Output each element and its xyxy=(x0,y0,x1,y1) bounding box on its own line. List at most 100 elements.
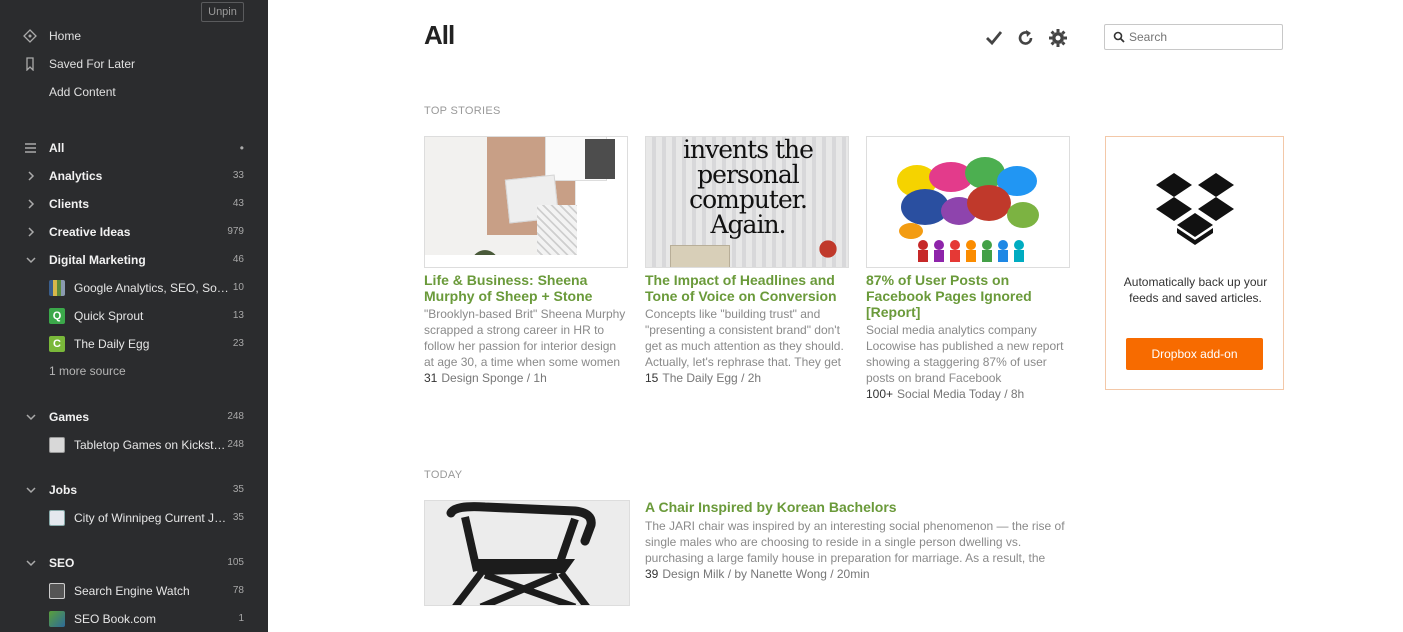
feed-item-google-analytics[interactable]: Google Analytics, SEO, Social Media, Dig… xyxy=(0,276,268,300)
chevron-down-icon[interactable] xyxy=(25,484,37,496)
feed-label: Quick Sprout xyxy=(74,309,144,323)
story-image[interactable] xyxy=(424,136,628,268)
feed-favicon xyxy=(49,583,65,599)
search-input[interactable] xyxy=(1129,29,1277,45)
chevron-down-icon[interactable] xyxy=(25,411,37,423)
story-engagement-count: 15 xyxy=(645,371,659,385)
category-label: Clients xyxy=(49,197,90,211)
story-card[interactable]: 87% of User Posts on Facebook Pages Igno… xyxy=(866,136,1070,402)
story-source[interactable]: Social Media Today / 8h xyxy=(897,387,1024,401)
story-source[interactable]: The Daily Egg / 2h xyxy=(662,371,761,385)
gear-icon[interactable] xyxy=(1048,28,1068,48)
feed-count: 13 xyxy=(232,310,244,321)
image-text-line: invents the xyxy=(683,136,814,164)
feed-item-daily-egg[interactable]: C The Daily Egg 23 xyxy=(0,332,268,356)
story-summary: "Brooklyn-based Brit" Sheena Murphy scra… xyxy=(424,307,626,369)
story-title[interactable]: The Impact of Headlines and Tone of Voic… xyxy=(645,272,849,304)
feed-label: Tabletop Games on Kickstarter xyxy=(74,438,229,452)
more-source-link[interactable]: 1 more source xyxy=(49,364,126,378)
story-source[interactable]: Design Milk / by Nanette Wong / 20min xyxy=(662,567,869,581)
quick-sprout-favicon: Q xyxy=(49,308,65,324)
feed-favicon xyxy=(49,510,65,526)
chevron-right-icon[interactable] xyxy=(25,170,37,182)
refresh-icon[interactable] xyxy=(1016,28,1036,48)
story-card[interactable]: invents the personal computer. Again. Th… xyxy=(645,136,849,386)
sidebar-item-seo[interactable]: SEO 105 xyxy=(0,551,268,575)
category-count: 979 xyxy=(227,226,244,237)
category-label: Jobs xyxy=(49,483,78,497)
home-icon xyxy=(23,29,37,43)
story-title[interactable]: Life & Business: Sheena Murphy of Sheep … xyxy=(424,272,628,304)
chevron-right-icon[interactable] xyxy=(25,198,37,210)
chevron-down-icon[interactable] xyxy=(25,254,37,266)
category-label: Games xyxy=(49,410,90,424)
feed-count: 10 xyxy=(232,282,244,293)
search-box[interactable] xyxy=(1104,24,1283,50)
nav-home-label: Home xyxy=(49,29,82,43)
sidebar-item-clients[interactable]: Clients 43 xyxy=(0,192,268,216)
nav-saved-for-later[interactable]: Saved For Later xyxy=(0,52,268,76)
daily-egg-favicon: C xyxy=(49,336,65,352)
unpin-button[interactable]: Unpin xyxy=(201,2,244,22)
story-engagement-count: 100+ xyxy=(866,387,894,401)
sidebar-item-all[interactable]: All • xyxy=(0,136,268,160)
story-source[interactable]: Design Sponge / 1h xyxy=(441,371,546,385)
nav-home[interactable]: Home xyxy=(0,24,268,48)
category-label: Analytics xyxy=(49,169,103,183)
feed-favicon xyxy=(49,611,65,627)
story-image[interactable]: invents the personal computer. Again. xyxy=(645,136,849,268)
feed-item-seo-book[interactable]: SEO Book.com 1 xyxy=(0,607,268,631)
story-card[interactable]: Life & Business: Sheena Murphy of Sheep … xyxy=(424,136,628,386)
today-story-image[interactable] xyxy=(424,500,630,606)
search-icon xyxy=(1113,31,1125,43)
feed-item-tabletop-games[interactable]: Tabletop Games on Kickstarter 248 xyxy=(0,433,268,457)
page-title: All xyxy=(424,20,455,50)
sidebar-item-games[interactable]: Games 248 xyxy=(0,405,268,429)
feed-item-quick-sprout[interactable]: Q Quick Sprout 13 xyxy=(0,304,268,328)
sidebar-item-creative-ideas[interactable]: Creative Ideas 979 xyxy=(0,220,268,244)
story-title[interactable]: 87% of User Posts on Facebook Pages Igno… xyxy=(866,272,1070,320)
section-top-stories: TOP STORIES xyxy=(424,105,501,117)
category-count: 43 xyxy=(232,198,244,209)
dropbox-logo-icon xyxy=(1156,173,1234,245)
feed-count: 23 xyxy=(232,338,244,349)
category-label: SEO xyxy=(49,556,75,570)
feed-count: 248 xyxy=(227,439,244,450)
story-meta: 31 Design Sponge / 1h xyxy=(424,370,628,386)
feed-label: Google Analytics, SEO, Social Media, Dig… xyxy=(74,281,229,295)
chevron-down-icon[interactable] xyxy=(25,557,37,569)
category-count: 46 xyxy=(232,254,244,265)
main-content: All TOP STORIES Life & Business: Sheena … xyxy=(268,0,1403,632)
nav-add-content[interactable]: Add Content xyxy=(0,80,268,104)
category-count: 33 xyxy=(232,170,244,181)
feed-item-search-engine-watch[interactable]: Search Engine Watch 78 xyxy=(0,579,268,603)
category-label: Creative Ideas xyxy=(49,225,131,239)
story-engagement-count: 31 xyxy=(424,371,438,385)
sidebar-item-digital-marketing[interactable]: Digital Marketing 46 xyxy=(0,248,268,272)
feed-count: 35 xyxy=(232,512,244,523)
feed-favicon xyxy=(49,437,65,453)
dropbox-addon-button[interactable]: Dropbox add-on xyxy=(1126,338,1263,370)
feed-count: 78 xyxy=(232,585,244,596)
category-label: Digital Marketing xyxy=(49,253,146,267)
mark-as-read-icon[interactable] xyxy=(984,28,1004,48)
nav-saved-label: Saved For Later xyxy=(49,57,136,71)
chair-illustration xyxy=(446,502,596,605)
feed-label: SEO Book.com xyxy=(74,612,157,626)
section-today: TODAY xyxy=(424,469,463,481)
image-text-line: personal xyxy=(697,160,800,189)
story-image[interactable] xyxy=(866,136,1070,268)
today-story-summary: The JARI chair was inspired by an intere… xyxy=(645,519,1065,565)
sidebar-item-jobs[interactable]: Jobs 35 xyxy=(0,478,268,502)
sidebar-item-all-label: All xyxy=(49,141,65,155)
image-text-line: computer. xyxy=(689,185,808,214)
chevron-right-icon[interactable] xyxy=(25,226,37,238)
story-summary: Social media analytics company Locowise … xyxy=(866,323,1064,385)
today-story-meta: 39 Design Milk / by Nanette Wong / 20min xyxy=(645,567,870,581)
unread-dot: • xyxy=(239,141,244,155)
sidebar-item-analytics[interactable]: Analytics 33 xyxy=(0,164,268,188)
feed-item-city-of-winnipeg[interactable]: City of Winnipeg Current Job Opportuniti… xyxy=(0,506,268,530)
today-story-title[interactable]: A Chair Inspired by Korean Bachelors xyxy=(645,499,897,515)
bookmark-icon xyxy=(26,57,34,71)
nav-add-content-label: Add Content xyxy=(49,85,116,99)
